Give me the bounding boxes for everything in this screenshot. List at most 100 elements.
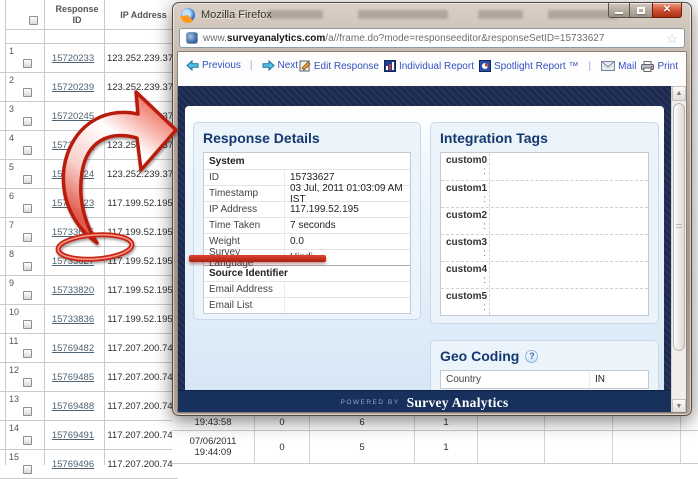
response-id-link[interactable]: 15769485 <box>41 372 105 383</box>
row-checkbox[interactable] <box>23 436 32 445</box>
response-id-link[interactable]: 15720245 <box>41 111 105 122</box>
detail-value: 03 Jul, 2011 01:03:09 AM IST <box>284 186 410 201</box>
tag-label: custom0 : <box>441 153 489 180</box>
tag-value <box>489 262 648 288</box>
ip-address-cell: 123.252.239.37 <box>103 53 177 64</box>
print-button[interactable]: Print <box>641 61 678 72</box>
table-row: 11 15769482 117.207.200.74 <box>0 334 178 363</box>
empty-cell <box>478 431 545 463</box>
detail-label: ID <box>204 172 284 183</box>
annotation-underline <box>189 255 326 262</box>
table-row: 1 15720233 123.252.239.37 <box>0 44 178 73</box>
row-checkbox[interactable] <box>23 233 32 242</box>
row-checkbox[interactable] <box>23 262 32 271</box>
ip-address-cell: 123.252.239.37 <box>103 140 177 151</box>
detail-row: IP Address 117.199.52.195 <box>204 201 410 217</box>
row-checkbox[interactable] <box>23 407 32 416</box>
bookmark-star-icon[interactable]: ☆ <box>666 32 678 45</box>
response-id-link[interactable]: 15733627 <box>41 256 105 267</box>
spotlight-report-button[interactable]: Spotlight Report ™ <box>479 60 579 72</box>
value-cell: 5 <box>310 431 415 463</box>
detail-label: Time Taken <box>204 220 284 231</box>
brand-logo: Survey Analytics <box>407 395 509 411</box>
row-checkbox[interactable] <box>23 349 32 358</box>
mail-button[interactable]: Mail <box>601 61 636 72</box>
window-title: Mozilla Firefox <box>201 9 272 21</box>
minimize-icon <box>615 12 623 14</box>
url-input[interactable]: www.surveyanalytics.com/a//frame.do?mode… <box>179 28 685 48</box>
table-row: 10 15733836 117.199.52.195 <box>0 305 178 334</box>
integration-tags-title: Integration Tags <box>440 130 649 146</box>
row-number: 4 <box>9 133 14 143</box>
row-checkbox[interactable] <box>23 465 32 474</box>
row-checkbox[interactable] <box>23 117 32 126</box>
maximize-button[interactable] <box>630 3 652 18</box>
page-footer: POWERED BY Survey Analytics <box>178 390 671 413</box>
detail-label: Weight <box>204 236 284 247</box>
edit-response-button[interactable]: Edit Response <box>299 60 379 72</box>
response-id-link[interactable]: 15720251 <box>41 140 105 151</box>
individual-report-button[interactable]: Individual Report <box>384 60 474 72</box>
select-all-checkbox[interactable] <box>29 16 38 25</box>
response-id-link[interactable]: 15733625 <box>41 227 105 238</box>
geo-coding-table: Country IN <box>440 370 649 389</box>
minimize-button[interactable] <box>608 3 630 18</box>
row-checkbox[interactable] <box>23 88 32 97</box>
scroll-up-button[interactable]: ▲ <box>672 86 686 101</box>
row-checkbox[interactable] <box>23 146 32 155</box>
ip-address-cell: 117.199.52.195 <box>103 198 177 209</box>
response-id-link[interactable]: 15769482 <box>41 343 105 354</box>
table-row: 13 15769488 117.207.200.74 <box>0 392 178 421</box>
row-number: 3 <box>9 104 14 114</box>
response-id-link[interactable]: 15769491 <box>41 430 105 441</box>
response-id-link[interactable]: 15728623 <box>41 198 105 209</box>
table-row: 19:43:58 0 6 1 <box>172 416 698 431</box>
ip-address-cell: 117.207.200.74 <box>103 343 177 354</box>
scrollbar-thumb[interactable] <box>673 103 685 351</box>
close-button[interactable]: ✕ <box>652 3 682 18</box>
row-checkbox[interactable] <box>23 291 32 300</box>
table-row: 12 15769485 117.207.200.74 <box>0 363 178 392</box>
value-cell: 1 <box>415 431 478 463</box>
geo-row: Country IN <box>441 371 648 388</box>
response-id-link[interactable]: 15720624 <box>41 169 105 180</box>
row-number: 8 <box>9 249 14 259</box>
titlebar-smudge <box>268 10 323 19</box>
response-id-link[interactable]: 15733836 <box>41 314 105 325</box>
site-favicon-icon <box>186 32 198 44</box>
detail-value: 117.199.52.195 <box>284 202 410 217</box>
row-number: 7 <box>9 220 14 230</box>
response-toolbar: Previous | Next Edit Response Individual… <box>178 52 686 86</box>
datetime-cell: 19:43:58 <box>172 416 255 430</box>
column-header-response-id: Response ID <box>44 4 110 26</box>
row-checkbox[interactable] <box>23 175 32 184</box>
response-id-link[interactable]: 15733820 <box>41 285 105 296</box>
detail-row: Time Taken 7 seconds <box>204 217 410 233</box>
ip-address-cell: 117.199.52.195 <box>103 256 177 267</box>
row-checkbox[interactable] <box>23 378 32 387</box>
detail-row: Email Address <box>204 281 410 297</box>
tag-label: custom5 : <box>441 289 489 315</box>
detail-value <box>284 298 410 313</box>
previous-button[interactable]: Previous <box>186 60 241 71</box>
printer-icon <box>641 61 654 72</box>
next-button[interactable]: Next <box>262 60 299 71</box>
row-number: 2 <box>9 75 14 85</box>
previous-arrow-icon <box>186 60 199 71</box>
response-id-link[interactable]: 15769488 <box>41 401 105 412</box>
row-number: 6 <box>9 191 14 201</box>
vertical-scrollbar[interactable]: ▲ ▼ <box>671 86 686 413</box>
row-number: 14 <box>9 423 19 433</box>
response-id-link[interactable]: 15720233 <box>41 53 105 64</box>
row-checkbox[interactable] <box>23 320 32 329</box>
response-id-link[interactable]: 15720239 <box>41 82 105 93</box>
window-titlebar[interactable]: Mozilla Firefox ✕ <box>173 3 691 27</box>
detail-row: Timestamp 03 Jul, 2011 01:03:09 AM IST <box>204 185 410 201</box>
geo-label: Country <box>441 374 589 385</box>
empty-cell <box>613 416 681 430</box>
row-checkbox[interactable] <box>23 59 32 68</box>
help-icon[interactable]: ? <box>525 350 538 363</box>
scroll-down-button[interactable]: ▼ <box>672 399 686 413</box>
ip-address-cell: 117.207.200.74 <box>103 430 177 441</box>
row-checkbox[interactable] <box>23 204 32 213</box>
